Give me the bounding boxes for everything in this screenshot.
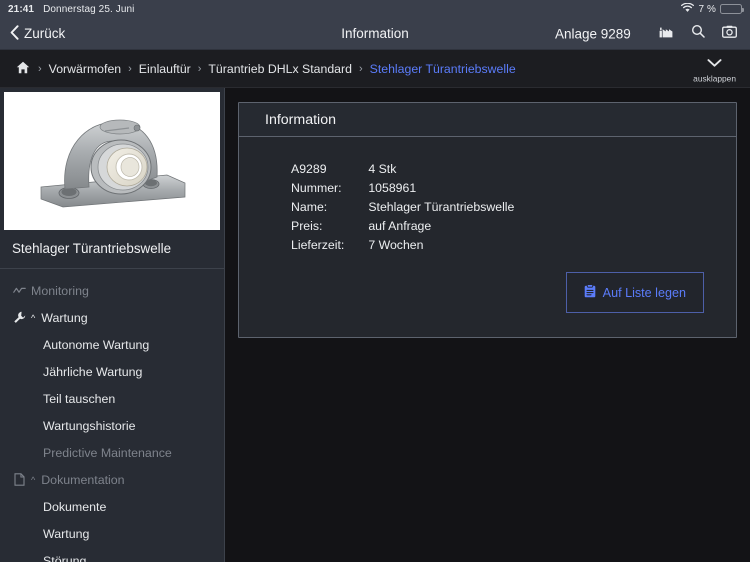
sidebar: Stehlager Türantriebswelle Monitoring ^ … — [0, 88, 225, 562]
table-row: A9289 4 Stk — [291, 159, 514, 178]
status-time: 21:41 — [8, 3, 35, 15]
back-button[interactable]: Zurück — [0, 24, 66, 43]
breadcrumb-separator-2: › — [197, 62, 202, 75]
sidebar-item-label-stoerung: Störung — [43, 553, 87, 562]
battery-icon — [720, 4, 744, 14]
breadcrumb: › Vorwärmofen › Einlauftür › Türantrieb … — [16, 61, 516, 77]
sidebar-item-wartungshistorie[interactable]: Wartungshistorie — [0, 412, 224, 439]
clipboard-list-icon — [584, 284, 596, 301]
table-row: Nummer: 1058961 — [291, 178, 514, 197]
chevron-left-icon — [10, 24, 19, 43]
information-panel-body: A9289 4 Stk Nummer: 1058961 Name: Stehla… — [239, 137, 736, 337]
battery-percent-label: 7 % — [698, 3, 716, 15]
sidebar-item-jaehrliche-wartung[interactable]: Jährliche Wartung — [0, 358, 224, 385]
caret-up-icon-wartung: ^ — [31, 312, 36, 323]
sidebar-nav-list: Monitoring ^ Wartung Autonome Wartung Jä… — [0, 269, 224, 562]
sidebar-item-label-jaehrliche-wartung: Jährliche Wartung — [43, 364, 143, 379]
sidebar-item-predictive-maintenance[interactable]: Predictive Maintenance — [0, 439, 224, 466]
product-title: Stehlager Türantriebswelle — [0, 230, 224, 269]
back-button-label: Zurück — [24, 26, 66, 41]
factory-icon[interactable] — [659, 25, 674, 43]
spec-label-3: Preis: — [291, 218, 323, 233]
spec-label-1: Nummer: — [291, 180, 342, 195]
specification-table: A9289 4 Stk Nummer: 1058961 Name: Stehla… — [291, 159, 514, 254]
sidebar-item-label-dokumentation: Dokumentation — [41, 472, 125, 487]
sidebar-item-wartung[interactable]: ^ Wartung — [0, 304, 224, 331]
navbar-icon-group — [659, 24, 750, 43]
sidebar-item-dokumentation[interactable]: ^ Dokumentation — [0, 466, 224, 493]
status-indicators: 7 % — [681, 2, 744, 16]
spec-label-4: Lieferzeit: — [291, 237, 345, 252]
trend-line-icon — [12, 286, 26, 295]
spec-value-1: 1058961 — [368, 180, 417, 195]
product-image — [4, 92, 220, 230]
breadcrumb-item-2[interactable]: Türantrieb DHLx Standard — [208, 62, 352, 76]
sidebar-item-label-predictive-maintenance: Predictive Maintenance — [43, 445, 172, 460]
spec-value-0: 4 Stk — [368, 161, 397, 176]
information-panel: Information A9289 4 Stk Nummer: 1058961 … — [238, 102, 737, 338]
page-title: Information — [341, 26, 409, 41]
wrench-icon — [12, 311, 26, 324]
sidebar-item-wartung-doku[interactable]: Wartung — [0, 520, 224, 547]
chevron-down-icon — [707, 54, 722, 72]
app-navigation-bar: Zurück Information Anlage 9289 — [0, 18, 750, 50]
panel-action-row: Auf Liste legen — [265, 254, 710, 319]
add-to-list-button-label: Auf Liste legen — [602, 285, 686, 300]
sidebar-item-monitoring[interactable]: Monitoring — [0, 277, 224, 304]
information-panel-header: Information — [239, 103, 736, 137]
ios-status-bar: 21:41 Donnerstag 25. Juni 7 % — [0, 0, 750, 18]
expand-button-label: ausklappen — [693, 73, 736, 83]
sidebar-item-label-wartungshistorie: Wartungshistorie — [43, 418, 136, 433]
sidebar-item-label-wartung: Wartung — [41, 310, 88, 325]
sidebar-item-label-dokumente: Dokumente — [43, 499, 107, 514]
expand-button[interactable]: ausklappen — [693, 54, 736, 83]
document-icon — [12, 473, 26, 486]
spec-value-3: auf Anfrage — [368, 218, 432, 233]
breadcrumb-separator-3: › — [358, 62, 363, 75]
main-content: Information A9289 4 Stk Nummer: 1058961 … — [225, 88, 750, 562]
camera-icon[interactable] — [722, 25, 737, 43]
caret-up-icon-dokumentation: ^ — [31, 474, 36, 485]
app-root: 21:41 Donnerstag 25. Juni 7 % Zurück Inf… — [0, 0, 750, 562]
sidebar-item-dokumente[interactable]: Dokumente — [0, 493, 224, 520]
sidebar-item-label-teil-tauschen: Teil tauschen — [43, 391, 116, 406]
spec-value-4: 7 Wochen — [368, 237, 424, 252]
breadcrumb-separator-1: › — [128, 62, 132, 75]
search-icon[interactable] — [691, 24, 705, 43]
sidebar-item-stoerung[interactable]: Störung — [0, 547, 224, 562]
spec-label-0: A9289 — [291, 161, 327, 176]
breadcrumb-bar: › Vorwärmofen › Einlauftür › Türantrieb … — [0, 50, 750, 88]
breadcrumb-separator-0: › — [38, 62, 42, 75]
table-row: Preis: auf Anfrage — [291, 216, 514, 235]
sidebar-item-label-autonome-wartung: Autonome Wartung — [43, 337, 150, 352]
wifi-icon — [681, 2, 695, 16]
breadcrumb-item-1[interactable]: Einlauftür — [139, 62, 191, 76]
breadcrumb-item-3-current[interactable]: Stehlager Türantriebswelle — [370, 62, 516, 76]
plant-label[interactable]: Anlage 9289 — [555, 26, 631, 41]
information-panel-title: Information — [265, 111, 336, 128]
sidebar-item-autonome-wartung[interactable]: Autonome Wartung — [0, 331, 224, 358]
sidebar-item-label-monitoring: Monitoring — [31, 283, 89, 298]
breadcrumb-item-0[interactable]: Vorwärmofen — [49, 62, 121, 76]
status-date: Donnerstag 25. Juni — [43, 3, 135, 15]
spec-label-2: Name: — [291, 199, 328, 214]
add-to-list-button[interactable]: Auf Liste legen — [565, 272, 704, 313]
table-row: Name: Stehlager Türantriebswelle — [291, 197, 514, 216]
sidebar-item-teil-tauschen[interactable]: Teil tauschen — [0, 385, 224, 412]
sidebar-item-label-wartung-doku: Wartung — [43, 526, 90, 541]
home-icon[interactable] — [16, 61, 30, 77]
table-row: Lieferzeit: 7 Wochen — [291, 235, 514, 254]
spec-value-2: Stehlager Türantriebswelle — [368, 199, 515, 214]
